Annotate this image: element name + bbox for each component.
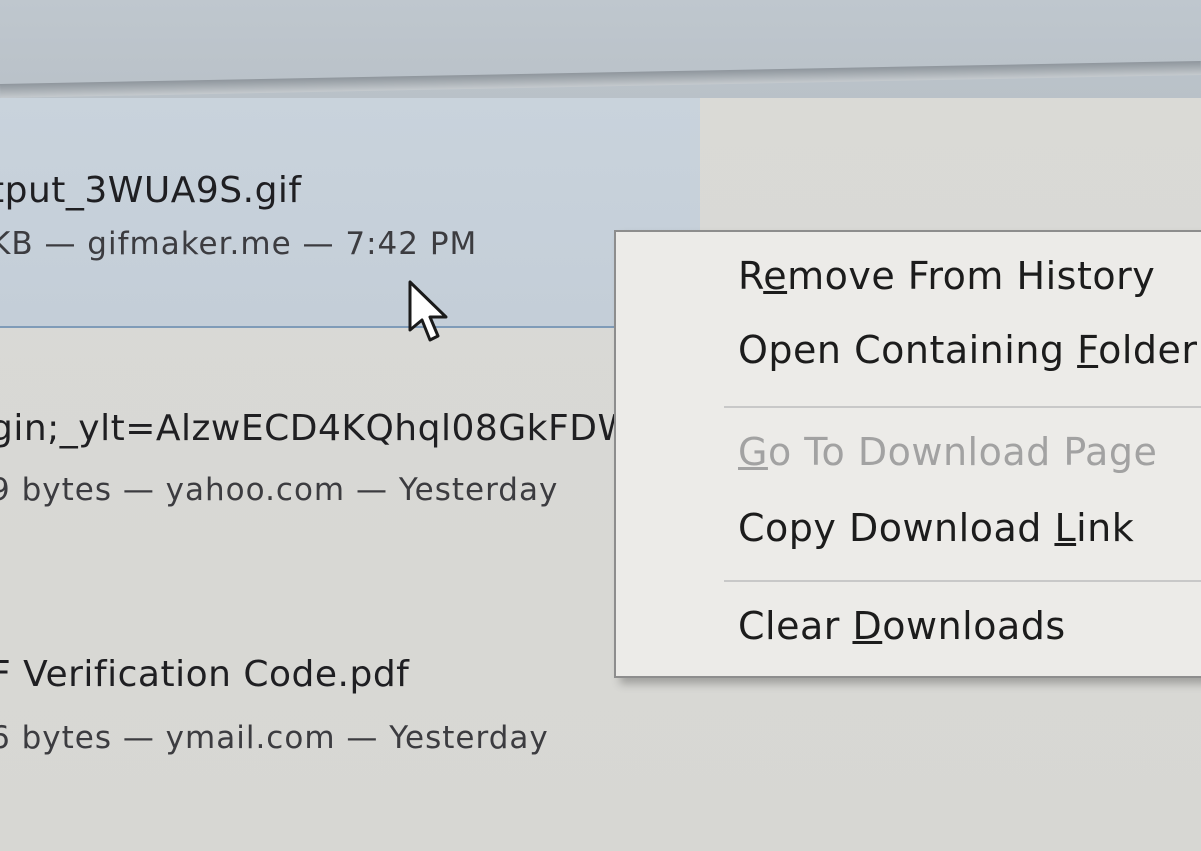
download-meta: 6 bytes — ymail.com — Yesterday: [0, 720, 549, 756]
menu-item-clear-downloads[interactable]: Clear Downloads: [738, 604, 1066, 648]
menu-label-part: move From History: [787, 254, 1156, 298]
download-meta: 9 bytes — yahoo.com — Yesterday: [0, 472, 559, 508]
menu-item-remove-from-history[interactable]: Remove From History: [738, 254, 1155, 298]
menu-separator: [724, 406, 1201, 408]
download-item[interactable]: gin;_ylt=AlzwECD4KQhql08GkFDW 9 bytes — …: [0, 326, 700, 546]
download-item-selected[interactable]: tput_3WUA9S.gif KB — gifmaker.me — 7:42 …: [0, 98, 700, 328]
download-filename: gin;_ylt=AlzwECD4KQhql08GkFDW: [0, 408, 634, 449]
menu-separator: [724, 580, 1201, 582]
menu-label-part: Copy Download: [738, 506, 1055, 550]
menu-accelerator-key: G: [738, 430, 768, 474]
downloads-window: tput_3WUA9S.gif KB — gifmaker.me — 7:42 …: [0, 0, 1201, 851]
menu-item-copy-download-link[interactable]: Copy Download Link: [738, 506, 1134, 550]
download-item[interactable]: F Verification Code.pdf 6 bytes — ymail.…: [0, 546, 700, 806]
menu-label-part: Open Containing: [738, 328, 1078, 372]
download-filename: tput_3WUA9S.gif: [0, 170, 302, 211]
menu-label-part: older: [1098, 328, 1198, 372]
menu-accelerator-key: D: [852, 604, 883, 648]
menu-label-part: ownloads: [882, 604, 1066, 648]
menu-label-part: o To Download Page: [767, 430, 1158, 474]
download-filename: F Verification Code.pdf: [0, 654, 410, 695]
menu-label-part: Clear: [738, 604, 853, 648]
download-meta: KB — gifmaker.me — 7:42 PM: [0, 226, 478, 262]
menu-label-part: ink: [1076, 506, 1135, 550]
menu-accelerator-key: L: [1054, 506, 1077, 550]
menu-item-go-to-download-page: Go To Download Page: [738, 430, 1157, 474]
menu-label-part: R: [738, 254, 764, 298]
menu-item-open-containing-folder[interactable]: Open Containing Folder: [738, 328, 1198, 372]
menu-accelerator-key: e: [763, 254, 788, 298]
menu-accelerator-key: F: [1077, 328, 1099, 372]
arrow-cursor-icon: [408, 280, 448, 342]
context-menu: Remove From History Open Containing Fold…: [614, 230, 1201, 678]
